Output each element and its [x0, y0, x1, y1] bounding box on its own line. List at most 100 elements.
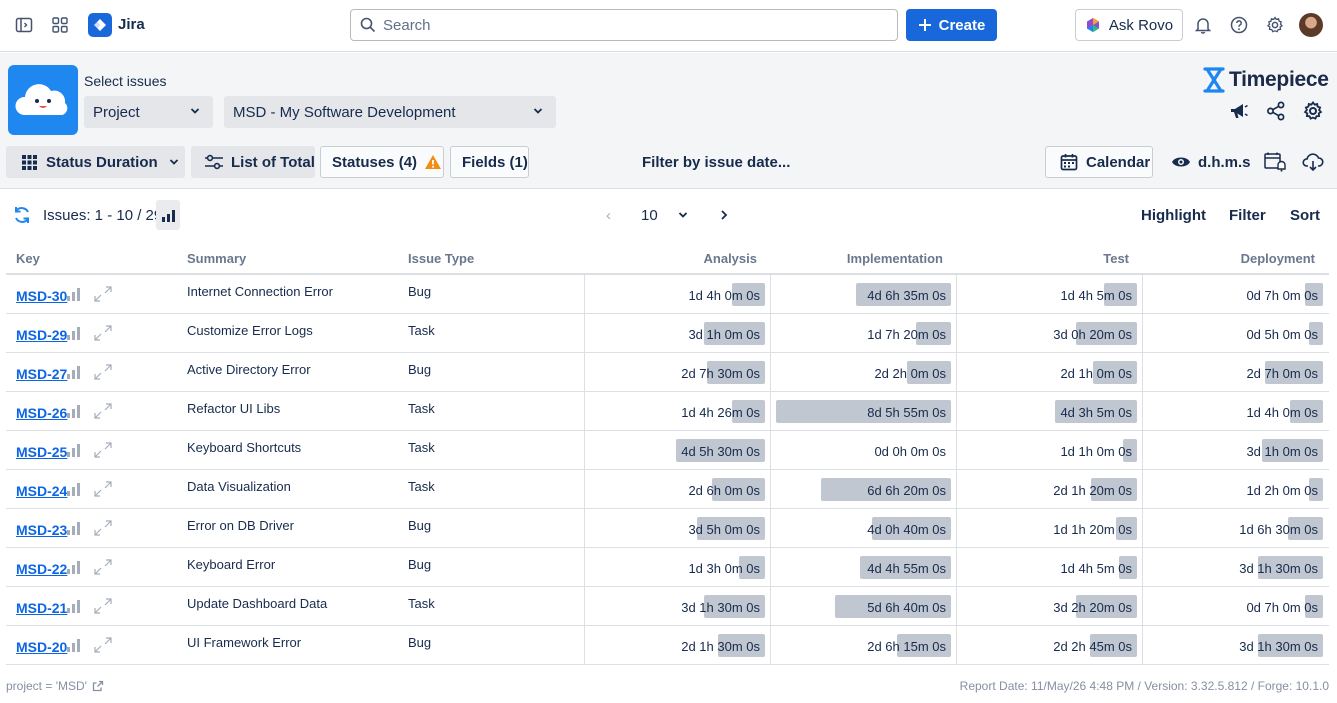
timepiece-logo-icon [1203, 67, 1225, 93]
column-header-issue-type[interactable]: Issue Type [408, 251, 474, 266]
settings-gear-icon[interactable] [1302, 100, 1324, 122]
duration-cell-test: 4d 3h 5m 0s [956, 392, 1142, 430]
issue-chart-icon[interactable] [67, 443, 81, 457]
table-row: MSD-25 Keyboard Shortcuts Task 4d 5h 30m 0s… [6, 431, 1329, 470]
filter-button[interactable]: Filter [1229, 207, 1266, 224]
chart-toggle-button[interactable] [156, 200, 180, 230]
calendar-button[interactable]: Calendar [1045, 146, 1153, 178]
issue-key-link[interactable]: MSD-20 [16, 639, 67, 655]
issue-key-link[interactable]: MSD-30 [16, 288, 67, 304]
issue-key-link[interactable]: MSD-23 [16, 522, 67, 538]
help-icon[interactable] [1228, 14, 1250, 36]
create-button[interactable]: Create [906, 9, 997, 41]
duration-value: 8d 5h 55m 0s [867, 405, 946, 420]
duration-cell-test: 2d 2h 45m 0s [956, 626, 1142, 664]
column-header-deployment[interactable]: Deployment [1241, 251, 1315, 266]
issue-key-link[interactable]: MSD-26 [16, 405, 67, 421]
scope-dropdown[interactable]: Project [84, 96, 213, 128]
filter-by-issue-date-link[interactable]: Filter by issue date... [642, 154, 790, 171]
report-type-dropdown[interactable]: Status Duration [6, 146, 185, 178]
duration-cell-deployment: 3d 1h 30m 0s [1142, 548, 1328, 586]
issue-chart-icon[interactable] [67, 599, 81, 613]
duration-value: 2d 2h 0m 0s [874, 366, 946, 381]
expand-icon[interactable] [93, 480, 113, 498]
issue-chart-icon[interactable] [67, 326, 81, 340]
issue-key-link[interactable]: MSD-25 [16, 444, 67, 460]
fields-button[interactable]: Fields (1) [450, 146, 529, 178]
jira-logo-icon[interactable] [88, 13, 112, 37]
refresh-icon[interactable] [12, 205, 32, 225]
app-name[interactable]: Jira [118, 16, 145, 33]
cloud-download-icon[interactable] [1302, 151, 1324, 173]
scheduled-report-icon[interactable] [1264, 151, 1286, 173]
time-format-toggle[interactable]: d.h.m.s [1171, 146, 1251, 178]
column-header-summary[interactable]: Summary [187, 251, 246, 266]
warning-icon [425, 155, 442, 169]
issues-count: Issues: 1 - 10 / 29 [43, 207, 163, 224]
column-header-test[interactable]: Test [1103, 251, 1129, 266]
column-header-implementation[interactable]: Implementation [847, 251, 943, 266]
fields-label: Fields (1) [462, 153, 528, 171]
issue-chart-icon[interactable] [67, 521, 81, 535]
settings-gear-icon[interactable] [1264, 14, 1286, 36]
duration-value: 4d 0h 40m 0s [867, 522, 946, 537]
app-switcher-icon[interactable] [49, 14, 71, 36]
issue-key-link[interactable]: MSD-29 [16, 327, 67, 343]
expand-icon[interactable] [93, 363, 113, 381]
duration-value: 1d 7h 20m 0s [867, 327, 946, 342]
issue-chart-icon[interactable] [67, 404, 81, 418]
user-avatar[interactable] [1299, 13, 1323, 37]
duration-cell-test: 1d 1h 20m 0s [956, 509, 1142, 547]
share-icon[interactable] [1265, 100, 1287, 122]
create-label: Create [938, 16, 986, 34]
search-input[interactable] [383, 10, 883, 40]
announcement-megaphone-icon[interactable] [1228, 100, 1250, 122]
chevron-down-icon [190, 108, 200, 114]
expand-icon[interactable] [93, 519, 113, 537]
page-size-chevron-down-icon[interactable] [677, 209, 689, 221]
duration-value: 2d 7h 30m 0s [681, 366, 760, 381]
expand-icon[interactable] [93, 402, 113, 420]
next-page-icon[interactable] [719, 207, 729, 223]
search-box[interactable] [350, 9, 898, 41]
issue-chart-icon[interactable] [67, 287, 81, 301]
issue-chart-icon[interactable] [67, 560, 81, 574]
eye-icon [1172, 157, 1190, 167]
issue-key-link[interactable]: MSD-27 [16, 366, 67, 382]
issue-key-link[interactable]: MSD-21 [16, 600, 67, 616]
expand-icon[interactable] [93, 441, 113, 459]
project-dropdown[interactable]: MSD - My Software Development [224, 96, 556, 128]
ask-rovo-label: Ask Rovo [1108, 16, 1174, 34]
duration-value: 3d 1h 30m 0s [681, 600, 760, 615]
issue-chart-icon[interactable] [67, 365, 81, 379]
expand-icon[interactable] [93, 285, 113, 303]
column-header-key[interactable]: Key [16, 251, 40, 266]
expand-icon[interactable] [93, 324, 113, 342]
issue-key-link[interactable]: MSD-24 [16, 483, 67, 499]
highlight-button[interactable]: Highlight [1141, 207, 1206, 224]
grid-icon [22, 154, 37, 170]
ask-rovo-button[interactable]: Ask Rovo [1075, 9, 1183, 41]
search-icon [360, 17, 376, 33]
issue-chart-icon[interactable] [67, 638, 81, 652]
statuses-button[interactable]: Statuses (4) [320, 146, 444, 178]
notifications-icon[interactable] [1192, 14, 1214, 36]
duration-cell-implementation: 1d 7h 20m 0s [770, 314, 956, 352]
expand-icon[interactable] [93, 558, 113, 576]
previous-page-icon[interactable]: ‹ [606, 207, 611, 224]
issue-chart-icon[interactable] [67, 482, 81, 496]
sidebar-toggle-icon[interactable] [13, 14, 35, 36]
table-body: MSD-30 Internet Connection Error Bug 1d 4h … [6, 275, 1329, 665]
sort-button[interactable]: Sort [1290, 207, 1320, 224]
duration-cell-test: 1d 4h 5m 0s [956, 548, 1142, 586]
issue-summary: Keyboard Shortcuts [187, 440, 302, 455]
column-header-analysis[interactable]: Analysis [704, 251, 757, 266]
jql-query[interactable]: project = 'MSD' [6, 679, 104, 693]
duration-value: 2d 7h 0m 0s [1246, 366, 1318, 381]
expand-icon[interactable] [93, 636, 113, 654]
duration-cell-deployment: 2d 7h 0m 0s [1142, 353, 1328, 391]
expand-icon[interactable] [93, 597, 113, 615]
table-row: MSD-24 Data Visualization Task 2d 6h 0m 0s 6… [6, 470, 1329, 509]
list-of-total-button[interactable]: List of Total [191, 146, 315, 178]
issue-key-link[interactable]: MSD-22 [16, 561, 67, 577]
